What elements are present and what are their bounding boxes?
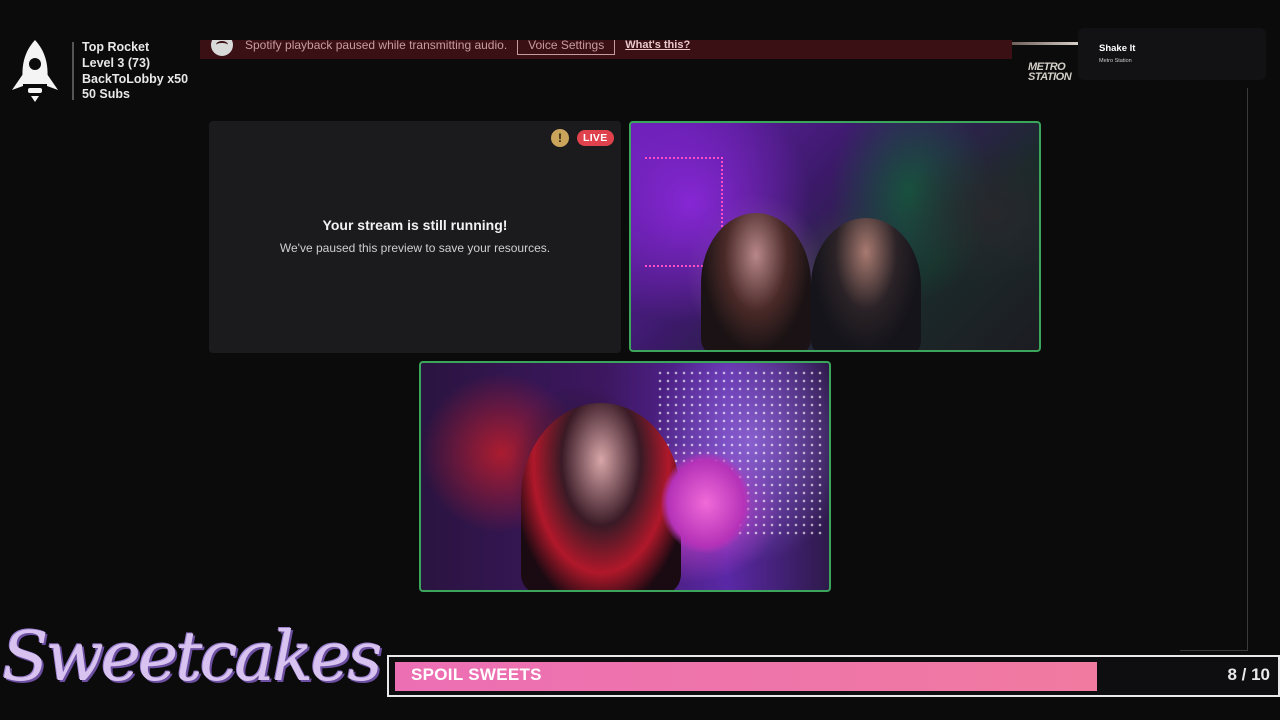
album-art-logo: METRO STATION: [1028, 61, 1072, 83]
now-playing-card: Shake It Metro Station: [1078, 28, 1266, 80]
spotify-icon: [211, 40, 233, 56]
participant-1-woman: [701, 213, 811, 350]
participant-2: [521, 403, 681, 590]
stat-back-to-lobby: BackToLobby x50: [82, 71, 189, 86]
stream-paused-subtitle: We've paused this preview to save your r…: [279, 241, 551, 255]
live-badge: LIVE: [577, 130, 614, 146]
goal-label: SPOIL SWEETS: [411, 665, 542, 684]
rocket-stats: Top Rocket Level 3 (73) BackToLobby x50 …: [82, 40, 188, 103]
album-art-streak: [1012, 42, 1078, 45]
whats-this-link[interactable]: What's this?: [625, 40, 690, 51]
stats-divider: [72, 42, 74, 100]
participant-1-man: [811, 218, 921, 350]
rocket-icon: [12, 40, 58, 102]
stat-subs: 50 Subs: [82, 87, 130, 102]
warning-icon[interactable]: !: [551, 129, 569, 147]
overlay-frame-line-bottom: [1180, 650, 1248, 651]
spotify-banner-message: Spotify playback paused while transmitti…: [245, 40, 508, 52]
now-playing-title: Shake It: [1099, 43, 1136, 54]
stat-top-rocket: Top Rocket: [82, 40, 150, 54]
voice-settings-button[interactable]: Voice Settings: [517, 40, 616, 55]
overlay-frame-line: [1247, 88, 1248, 650]
sub-goal-bar: SPOIL SWEETS 8 / 10: [387, 655, 1280, 697]
now-playing-artist: Metro Station: [1099, 58, 1132, 64]
stat-level: Level 3 (73): [82, 55, 151, 70]
goal-count: 8 / 10: [1227, 665, 1270, 684]
plush-toy: [661, 453, 751, 553]
stream-preview-tile[interactable]: ! LIVE Your stream is still running! We'…: [209, 121, 621, 353]
video-tile-2[interactable]: [419, 361, 831, 592]
channel-brand-logo: Sweetcakes: [2, 618, 383, 697]
album-art: METRO STATION: [1012, 38, 1078, 88]
video-tile-1[interactable]: [629, 121, 1041, 352]
stream-paused-title: Your stream is still running!: [322, 217, 508, 233]
spotify-banner: Spotify playback paused while transmitti…: [200, 40, 1012, 59]
